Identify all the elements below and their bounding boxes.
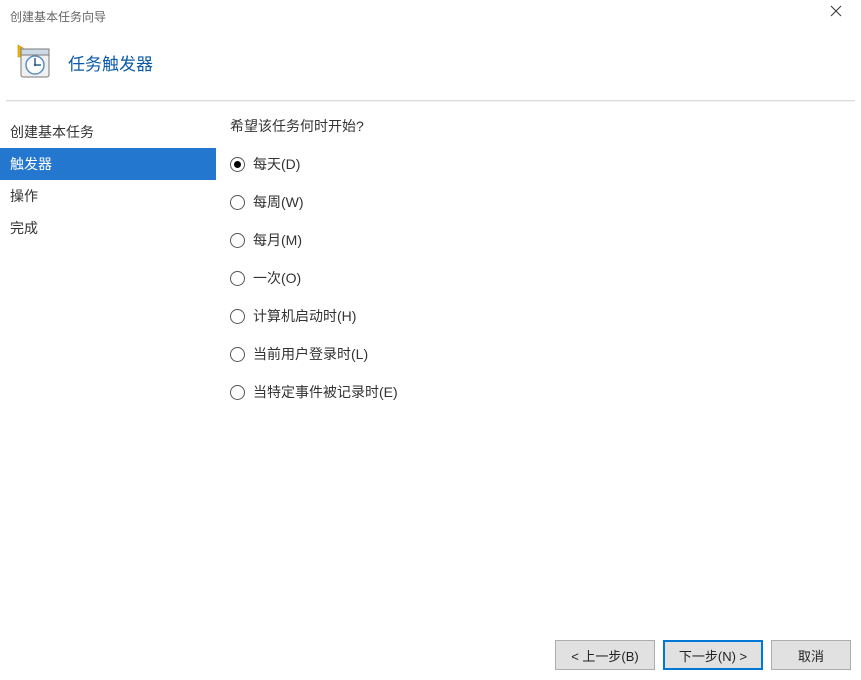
trigger-question: 希望该任务何时开始? [230,116,841,136]
radio-icon [230,385,245,400]
radio-icon [230,195,245,210]
header-divider [6,100,855,102]
radio-monthly[interactable]: 每月(M) [230,230,841,250]
radio-icon [230,271,245,286]
sidebar-item-label: 完成 [10,220,38,236]
sidebar-item-trigger[interactable]: 触发器 [0,148,216,180]
cancel-button[interactable]: 取消 [771,640,851,670]
wizard-sidebar: 创建基本任务 触发器 操作 完成 [0,104,216,630]
radio-at-startup[interactable]: 计算机启动时(H) [230,306,841,326]
sidebar-item-label: 创建基本任务 [10,124,94,140]
trigger-radio-group: 每天(D) 每周(W) 每月(M) 一次(O) 计算机启动时(H) 当前用户登录… [230,154,841,420]
window-title: 创建基本任务向导 [10,8,816,25]
radio-weekly[interactable]: 每周(W) [230,192,841,212]
next-button[interactable]: 下一步(N) > [663,640,763,670]
sidebar-item-finish[interactable]: 完成 [0,212,216,244]
sidebar-item-label: 操作 [10,188,38,204]
sidebar-item-create-task[interactable]: 创建基本任务 [0,116,216,148]
radio-label: 每月(M) [253,230,302,250]
close-button[interactable] [816,0,856,26]
page-title: 任务触发器 [68,50,153,75]
sidebar-item-action[interactable]: 操作 [0,180,216,212]
close-icon [830,5,842,17]
wizard-header: 任务触发器 [0,32,861,100]
radio-label: 每天(D) [253,154,300,174]
radio-label: 一次(O) [253,268,301,288]
calendar-clock-icon [16,44,52,80]
wizard-content: 希望该任务何时开始? 每天(D) 每周(W) 每月(M) 一次(O) 计算机启动… [216,104,861,630]
radio-at-logon[interactable]: 当前用户登录时(L) [230,344,841,364]
wizard-footer: < 上一步(B) 下一步(N) > 取消 [0,630,861,680]
radio-label: 当前用户登录时(L) [253,344,368,364]
radio-label: 计算机启动时(H) [253,306,356,326]
radio-once[interactable]: 一次(O) [230,268,841,288]
radio-icon [230,347,245,362]
radio-on-event[interactable]: 当特定事件被记录时(E) [230,382,841,402]
radio-daily[interactable]: 每天(D) [230,154,841,174]
titlebar: 创建基本任务向导 [0,0,861,32]
radio-label: 当特定事件被记录时(E) [253,382,398,402]
back-button[interactable]: < 上一步(B) [555,640,655,670]
radio-icon [230,233,245,248]
radio-icon [230,309,245,324]
wizard-body: 创建基本任务 触发器 操作 完成 希望该任务何时开始? 每天(D) 每周(W) … [0,104,861,630]
radio-label: 每周(W) [253,192,304,212]
radio-icon [230,157,245,172]
sidebar-item-label: 触发器 [10,156,52,172]
